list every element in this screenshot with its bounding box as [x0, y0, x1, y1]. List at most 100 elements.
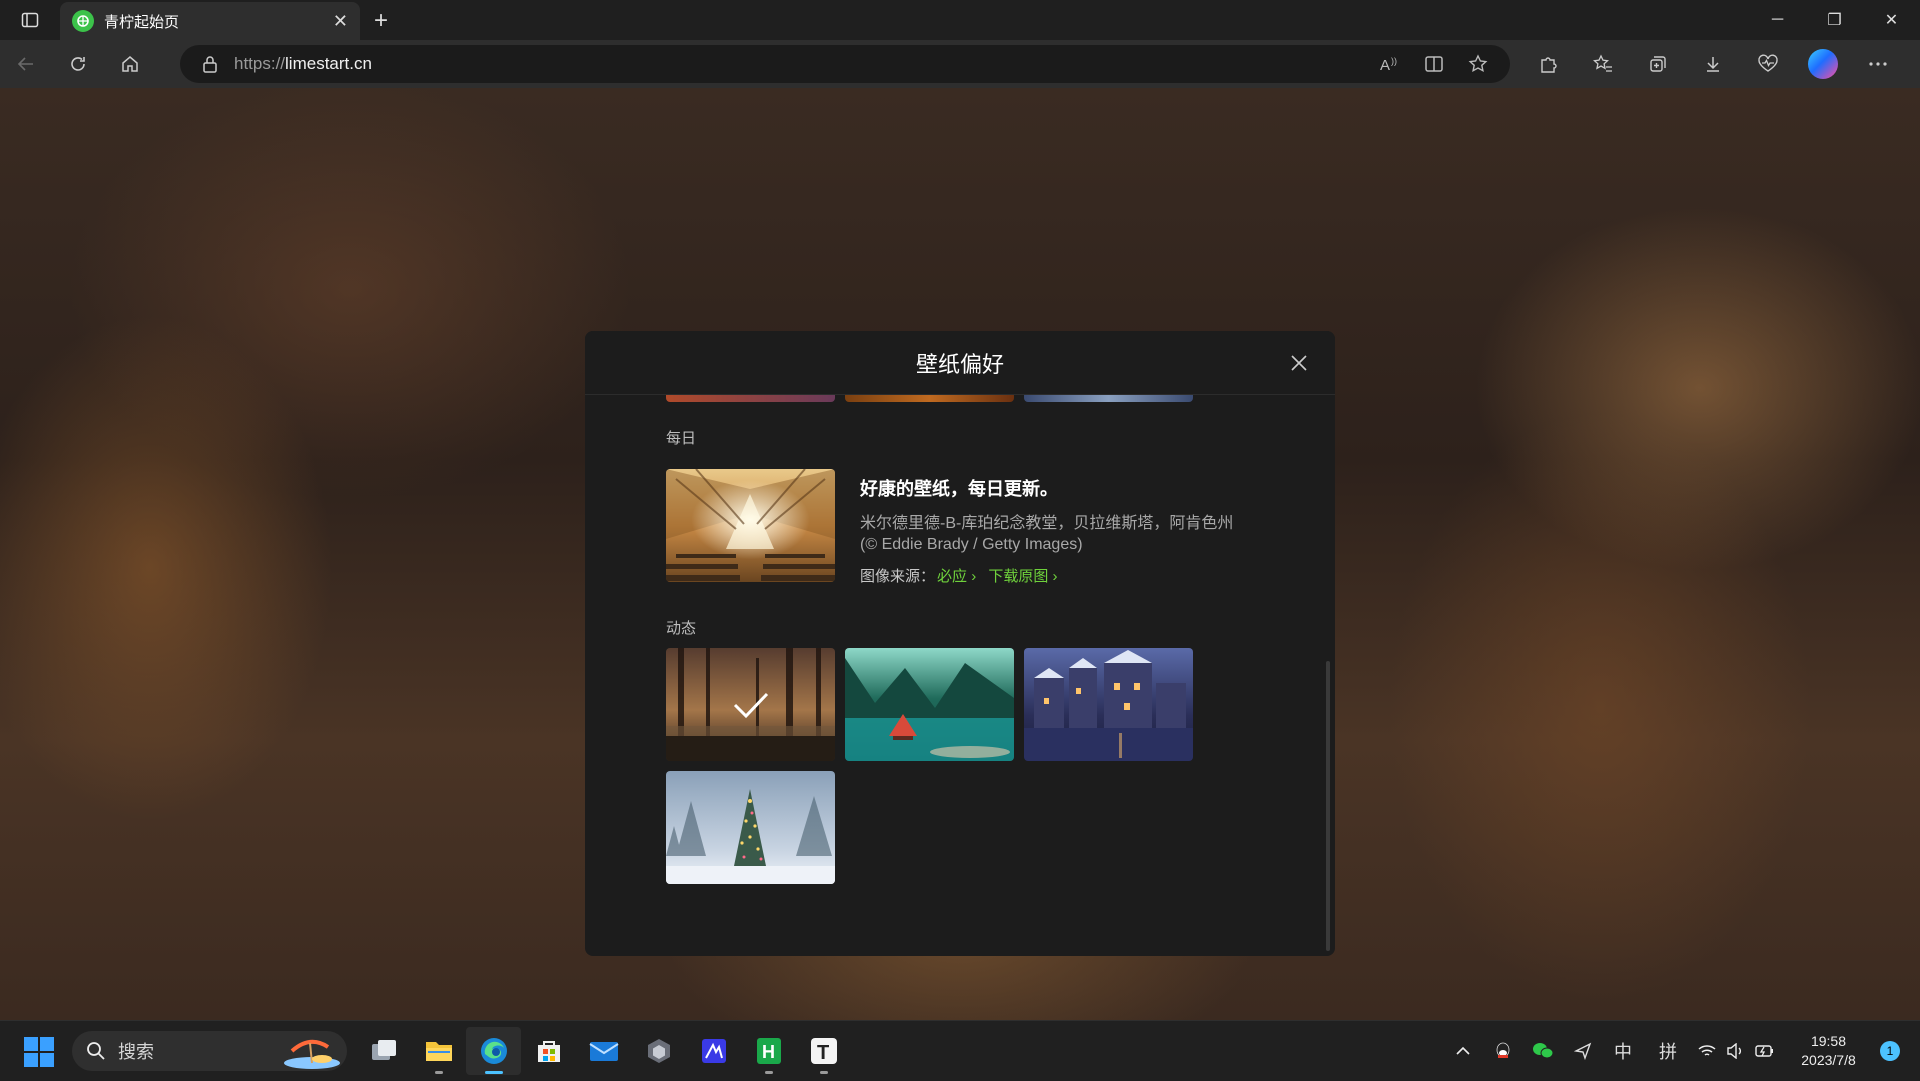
restore-button[interactable]: ❐	[1806, 0, 1863, 40]
system-tray: 中 拼 19:58 2023/7/8 1	[1443, 1021, 1920, 1081]
start-button[interactable]	[24, 1037, 54, 1067]
read-aloud-icon[interactable]: A))	[1380, 55, 1400, 73]
source-prefix: 图像来源：	[860, 568, 936, 585]
chevron-up-icon	[1456, 1046, 1470, 1055]
edge-browser-button[interactable]	[466, 1027, 521, 1075]
download-original-link[interactable]: 下载原图 ›	[988, 568, 1057, 585]
qq-penguin-icon	[1496, 1042, 1510, 1058]
search-icon	[87, 1042, 105, 1060]
back-arrow-icon	[17, 57, 33, 71]
daily-source-row: 图像来源： 必应 › 下载原图 ›	[860, 565, 1280, 586]
more-dots-icon	[1868, 62, 1887, 66]
dynamic-wallpaper-christmas-tree[interactable]	[666, 771, 835, 884]
puzzle-icon	[1540, 57, 1557, 73]
limestart-favicon-icon	[72, 10, 94, 32]
search-placeholder: 搜索	[118, 1042, 154, 1062]
selected-check-overlay	[666, 648, 835, 761]
svg-text:H: H	[762, 1042, 775, 1062]
extensions-button[interactable]	[1520, 40, 1575, 88]
app-h-button[interactable]: H	[741, 1027, 796, 1075]
dynamic-wallpaper-forest[interactable]	[666, 648, 835, 761]
svg-text:T: T	[817, 1042, 829, 1064]
refresh-icon	[71, 57, 85, 71]
app-purple-button[interactable]	[686, 1027, 741, 1075]
daily-section-label: 每日	[666, 430, 697, 447]
favorites-button[interactable]	[1575, 40, 1630, 88]
battery-button[interactable]	[1749, 1031, 1781, 1071]
purple-app-icon	[701, 1039, 726, 1063]
microsoft-store-button[interactable]	[521, 1027, 576, 1075]
refresh-button[interactable]	[52, 44, 104, 84]
taskbar-search-box[interactable]: 搜索	[72, 1031, 347, 1071]
christmas-tree-image	[666, 771, 835, 884]
dialog-close-button[interactable]	[1287, 351, 1311, 375]
daily-description-line1: 米尔德里德-B-库珀纪念教堂，贝拉维斯塔，阿肯色州	[860, 515, 1234, 532]
peek-thumbnail[interactable]	[1024, 395, 1193, 402]
back-button[interactable]	[0, 44, 52, 84]
previous-row-thumbnails-peek	[666, 395, 1193, 402]
home-button[interactable]	[104, 44, 156, 84]
dynamic-wallpaper-winter-town[interactable]	[1024, 648, 1193, 761]
browser-chrome: 青柠起始页 ✕ + ─ ❐ ✕ https://limestart.cn A))	[0, 0, 1920, 88]
tab-close-icon[interactable]: ✕	[333, 11, 348, 32]
downloads-button[interactable]	[1685, 40, 1740, 88]
battery-charging-icon	[1755, 1045, 1773, 1057]
source-bing-link[interactable]: 必应 ›	[937, 568, 976, 585]
ime-language-button[interactable]: 中	[1603, 1031, 1643, 1071]
volume-button[interactable]	[1721, 1031, 1749, 1071]
mail-button[interactable]	[576, 1027, 631, 1075]
notification-badge[interactable]: 1	[1880, 1041, 1900, 1061]
winter-town-image	[1024, 648, 1193, 761]
tab-actions-button[interactable]	[0, 0, 60, 40]
collections-icon	[1649, 56, 1666, 72]
peek-thumbnail[interactable]	[845, 395, 1014, 402]
daily-description: 米尔德里德-B-库珀纪念教堂，贝拉维斯塔，阿肯色州 (© Eddie Brady…	[860, 513, 1280, 555]
app-t-button[interactable]: T	[796, 1027, 851, 1075]
download-icon	[1706, 57, 1719, 72]
dialog-scrollbar[interactable]	[1326, 661, 1330, 951]
minimize-button[interactable]: ─	[1749, 0, 1806, 40]
svg-text:)): ))	[1391, 56, 1397, 66]
dynamic-wallpaper-lake-cabin[interactable]	[845, 648, 1014, 761]
qq-tray-button[interactable]	[1483, 1031, 1523, 1071]
new-tab-button[interactable]: +	[366, 6, 396, 36]
tab-strip: 青柠起始页 ✕ + ─ ❐ ✕	[0, 0, 1920, 40]
mail-icon	[588, 1042, 619, 1061]
address-bar[interactable]: https://limestart.cn A))	[180, 45, 1510, 83]
browser-essentials-button[interactable]	[1740, 40, 1795, 88]
peek-thumbnail[interactable]	[666, 395, 835, 402]
favorites-list-icon	[1592, 54, 1612, 72]
windows-taskbar: 搜索 H T 中 拼 19:58 2023/7/8 1	[0, 1020, 1920, 1080]
close-window-button[interactable]: ✕	[1863, 0, 1920, 40]
daily-description-line2: (© Eddie Brady / Getty Images)	[860, 536, 1083, 553]
favorite-star-icon[interactable]	[1468, 54, 1488, 74]
app-hexagon-button[interactable]	[631, 1027, 686, 1075]
collections-button[interactable]	[1630, 40, 1685, 88]
split-screen-icon[interactable]	[1424, 55, 1444, 73]
settings-more-button[interactable]	[1850, 40, 1905, 88]
daily-wallpaper-info: 好康的壁纸，每日更新。 米尔德里德-B-库珀纪念教堂，贝拉维斯塔，阿肯色州 (©…	[860, 469, 1280, 586]
folder-icon	[425, 1042, 452, 1061]
show-hidden-icons-button[interactable]	[1443, 1031, 1483, 1071]
profile-button[interactable]	[1795, 40, 1850, 88]
wallpaper-preferences-dialog: 壁纸偏好 每日 好康的壁纸，每日更新。 米尔德里德-B-库珀纪念教堂，贝拉维斯塔…	[585, 331, 1335, 956]
wifi-button[interactable]	[1693, 1031, 1721, 1071]
taskbar-clock[interactable]: 19:58 2023/7/8	[1781, 1032, 1876, 1070]
daily-wallpaper-thumbnail[interactable]	[666, 469, 835, 582]
lock-icon[interactable]	[202, 55, 218, 73]
browser-toolbar-right	[1520, 40, 1905, 88]
send-tray-button[interactable]	[1563, 1031, 1603, 1071]
heartbeat-icon	[1757, 54, 1778, 72]
tab-actions-icon	[21, 12, 39, 28]
tab-limestart[interactable]: 青柠起始页 ✕	[60, 2, 360, 40]
home-icon	[122, 56, 138, 72]
checkmark-icon	[733, 692, 768, 718]
clock-date: 2023/7/8	[1801, 1052, 1856, 1068]
wechat-tray-button[interactable]	[1523, 1031, 1563, 1071]
task-view-button[interactable]	[356, 1027, 411, 1075]
windows-logo-icon	[24, 1037, 38, 1051]
file-explorer-button[interactable]	[411, 1027, 466, 1075]
svg-text:A: A	[1380, 57, 1390, 73]
dialog-header: 壁纸偏好	[585, 331, 1335, 395]
ime-mode-button[interactable]: 拼	[1643, 1031, 1693, 1071]
